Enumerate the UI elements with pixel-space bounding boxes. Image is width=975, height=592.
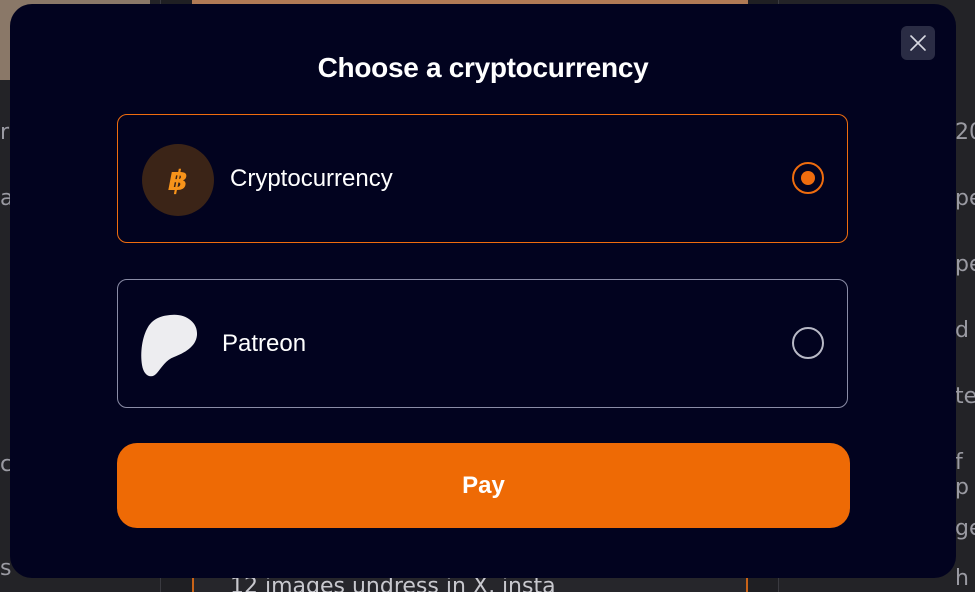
background-text: h [955, 566, 969, 591]
option-cryptocurrency[interactable]: ฿ Cryptocurrency [117, 114, 848, 243]
patreon-icon [141, 314, 198, 377]
close-icon [910, 35, 926, 51]
background-text: 20 [955, 120, 975, 145]
modal-title: Choose a cryptocurrency [317, 52, 649, 83]
pay-button[interactable]: Pay [117, 443, 850, 528]
svg-text:฿: ฿ [168, 164, 187, 197]
radio-selected[interactable] [792, 162, 824, 194]
background-text: te [955, 384, 975, 409]
background-text: pe [955, 186, 975, 211]
option-patreon[interactable]: Patreon [117, 279, 848, 408]
bitcoin-icon: ฿ [142, 144, 214, 216]
option-label: Patreon [222, 329, 307, 357]
option-label: Cryptocurrency [230, 164, 393, 192]
radio-unselected[interactable] [792, 327, 824, 359]
payment-method-modal: Choose a cryptocurrency ฿ Cryptocurrency… [10, 4, 956, 578]
background-text: d [955, 318, 969, 343]
background-text: r [0, 120, 10, 145]
background-text: f p [955, 450, 969, 500]
background-text: ge [955, 516, 975, 541]
background-text: pe [955, 252, 975, 277]
